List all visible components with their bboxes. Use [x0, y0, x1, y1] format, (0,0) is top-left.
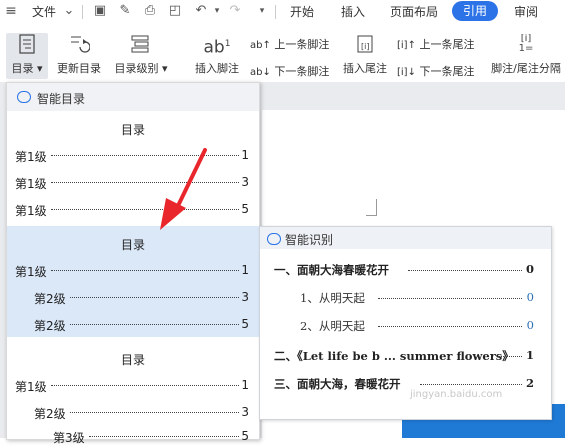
toc-level-icon [131, 35, 149, 53]
separator-icon: [i] 1= [518, 34, 534, 54]
note-separator-button[interactable]: [i] 1= 脚注/尾注分隔 [487, 34, 565, 76]
smart-toc-header: 智能目录 [7, 83, 259, 111]
tab-insert[interactable]: 插入 [341, 3, 365, 21]
toc-template-line: 第1级 1 [15, 148, 249, 164]
prev-endnote-label: 上一条尾注 [419, 38, 475, 51]
toc-template-line: 第2级 5 [34, 317, 249, 333]
chevron-down-icon[interactable]: ⌄ [62, 4, 76, 18]
page-margin-marker [366, 199, 377, 216]
toc-template-line: 第1级 5 [15, 202, 249, 218]
customize-icon[interactable]: ▾ [255, 4, 269, 18]
toc-icon [19, 34, 35, 54]
update-toc-icon [71, 36, 90, 53]
next-footnote-icon: ab↓ [250, 67, 271, 78]
robot-icon [17, 91, 31, 103]
update-toc-button[interactable]: 更新目录 [52, 34, 106, 76]
recognized-heading-line: 二、《Let life be b ... summer flowers》 1 [274, 348, 534, 363]
prev-footnote-label: 上一条脚注 [274, 38, 330, 51]
toc-template-line: 第1级 1 [15, 378, 249, 394]
watermark: jingyan.baidu.com [410, 389, 503, 400]
menu-bar: ≡ 文件 ⌄ ▣ ✎ ⎙ ◰ ↶ ▾ ↷ ▾ 开始 插入 页面布局 引用 审阅 [0, 0, 565, 24]
smart-recognition-header: 智能识别 [260, 227, 551, 249]
toc-level-button[interactable]: 目录级别 ▾ [110, 34, 172, 76]
smart-recognition-panel[interactable]: 智能识别 一、面朝大海春暖花开 0 1、从明天起 0 2、从明天起 0 二、《L… [259, 226, 552, 420]
undo-dropdown-icon[interactable]: ▾ [210, 4, 224, 18]
insert-footnote-label: 插入脚注 [195, 62, 239, 75]
toc-dropdown-panel: 智能目录 目录 第1级 1 第1级 3 第1级 5 目录 第1级 1 第2级 3… [6, 82, 260, 445]
toc-template-title: 目录 [120, 353, 145, 367]
save-icon[interactable]: ▣ [93, 4, 107, 18]
divider [82, 5, 83, 19]
toc-template-line: 第3级 5 [53, 429, 249, 445]
next-endnote-label: 下一条尾注 [419, 65, 475, 78]
recognized-heading-line: 1、从明天起 0 [300, 290, 534, 305]
endnote-icon: [i] [357, 35, 373, 53]
next-footnote-label: 下一条脚注 [274, 65, 330, 78]
toc-button-label: 目录 [11, 62, 34, 75]
footnote-icon: ab1 [203, 37, 231, 58]
update-toc-label: 更新目录 [57, 62, 101, 75]
file-menu[interactable]: 文件 [32, 3, 56, 21]
tab-page-layout[interactable]: 页面布局 [390, 3, 438, 21]
next-footnote-button[interactable]: ab↓ 下一条脚注 [250, 63, 334, 79]
smart-recognition-title: 智能识别 [285, 233, 334, 247]
toc-template-line: 第1级 1 [15, 263, 249, 279]
format-painter-icon[interactable]: ✎ [118, 4, 132, 18]
insert-footnote-button[interactable]: ab1 插入脚注 [190, 34, 244, 76]
tab-review[interactable]: 审阅 [514, 3, 538, 21]
divider [275, 5, 276, 19]
undo-icon[interactable]: ↶ [194, 4, 208, 18]
svg-text:[i]: [i] [361, 42, 369, 51]
robot-icon [267, 233, 281, 245]
redo-icon[interactable]: ↷ [228, 4, 242, 18]
toc-template-title: 目录 [120, 123, 145, 137]
prev-footnote-icon: ab↑ [250, 40, 271, 51]
toc-template-title: 目录 [120, 238, 145, 252]
print-icon[interactable]: ⎙ [143, 4, 157, 18]
next-endnote-icon: [i]↓ [397, 67, 416, 78]
toc-button[interactable]: 目录 ▾ [8, 34, 46, 76]
tab-references[interactable]: 引用 [452, 1, 498, 21]
prev-endnote-button[interactable]: [i]↑ 上一条尾注 [397, 36, 483, 52]
print-preview-icon[interactable]: ◰ [168, 4, 182, 18]
prev-footnote-button[interactable]: ab↑ 上一条脚注 [250, 36, 334, 52]
note-separator-label: 脚注/尾注分隔 [491, 62, 561, 75]
toc-template-line: 第1级 3 [15, 175, 249, 191]
prev-endnote-icon: [i]↑ [397, 40, 416, 51]
recognized-heading-line: 2、从明天起 0 [300, 318, 534, 333]
hamburger-icon[interactable]: ≡ [4, 4, 18, 18]
toc-template-line: 第2级 3 [34, 290, 249, 306]
insert-endnote-label: 插入尾注 [343, 62, 387, 75]
toc-level-label: 目录级别 [114, 62, 159, 75]
insert-endnote-button[interactable]: [i] 插入尾注 [339, 34, 391, 76]
smart-toc-title: 智能目录 [37, 92, 86, 106]
toc-template-line: 第2级 3 [34, 405, 249, 421]
tab-home[interactable]: 开始 [290, 3, 314, 21]
recognized-heading-line: 一、面朝大海春暖花开 0 [274, 262, 534, 278]
next-endnote-button[interactable]: [i]↓ 下一条尾注 [397, 63, 483, 79]
